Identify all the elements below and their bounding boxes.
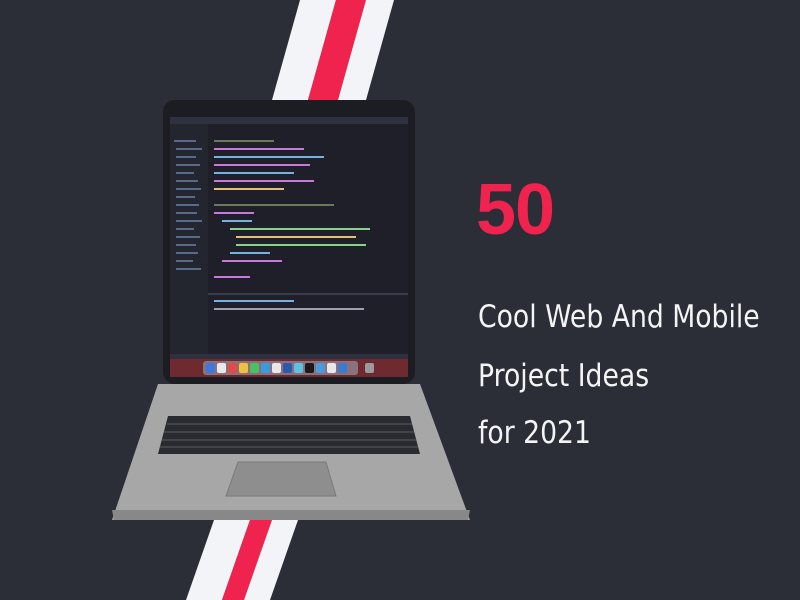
trackpad [225, 461, 337, 497]
editor-sidebar [170, 124, 208, 354]
laptop-icon [112, 100, 470, 520]
headline-line-2: Project Ideas [478, 358, 650, 394]
headline-line-1: Cool Web And Mobile [478, 299, 760, 335]
keyboard [158, 416, 420, 454]
top-stripes [272, 0, 394, 100]
headline-number: 50 [476, 170, 555, 250]
laptop-front-edge [112, 510, 470, 520]
bottom-stripes [186, 520, 298, 600]
headline-line-3: for 2021 [478, 415, 591, 451]
menu-bar [170, 117, 408, 124]
terminal-line [214, 308, 364, 310]
status-bar [170, 354, 408, 359]
terminal-divider [208, 293, 408, 295]
terminal-line [214, 300, 294, 302]
